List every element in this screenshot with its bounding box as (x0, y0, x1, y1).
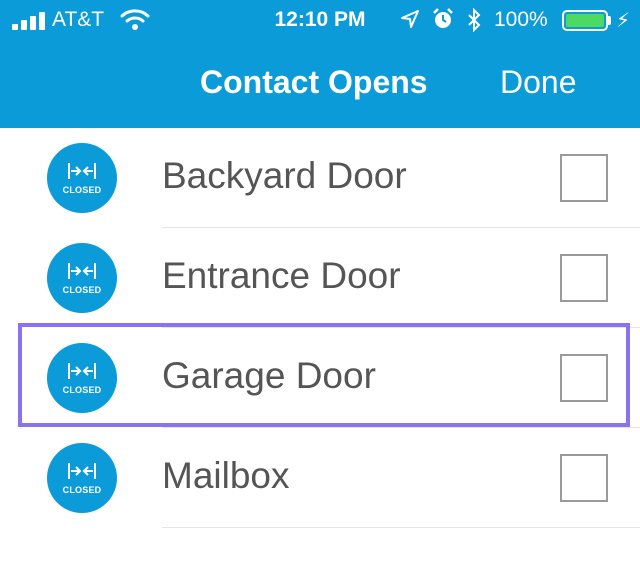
device-row-backyard-door[interactable]: CLOSED Backyard Door (0, 128, 640, 228)
sensor-status-label: CLOSED (62, 385, 102, 395)
app-header: AT&T 12:10 PM 100% ⚡ Contact Opens Done (0, 0, 640, 128)
charging-bolt-icon: ⚡ (616, 10, 631, 32)
contact-sensor-icon: CLOSED (47, 243, 117, 313)
device-name: Mailbox (162, 455, 290, 496)
battery-percentage: 100% (494, 8, 548, 31)
sensor-status-label: CLOSED (62, 185, 102, 195)
alarm-clock-icon (432, 8, 454, 36)
device-checkbox[interactable] (560, 354, 608, 402)
bluetooth-icon (466, 7, 482, 38)
device-name: Entrance Door (162, 255, 401, 296)
contact-sensor-icon: CLOSED (47, 143, 117, 213)
device-checkbox[interactable] (560, 254, 608, 302)
page-title: Contact Opens (200, 64, 428, 100)
device-row-mailbox[interactable]: CLOSED Mailbox (0, 428, 640, 528)
sensor-status-label: CLOSED (62, 285, 102, 295)
device-checkbox[interactable] (560, 454, 608, 502)
done-button[interactable]: Done (500, 64, 577, 101)
row-divider (162, 527, 640, 528)
contact-sensor-icon: CLOSED (47, 343, 117, 413)
device-row-entrance-door[interactable]: CLOSED Entrance Door (0, 228, 640, 328)
location-arrow-icon (400, 9, 420, 35)
contact-sensor-icon: CLOSED (47, 443, 117, 513)
device-name: Garage Door (162, 355, 376, 396)
device-name: Backyard Door (162, 155, 407, 196)
status-bar: AT&T 12:10 PM 100% ⚡ (0, 0, 640, 40)
device-checkbox[interactable] (560, 154, 608, 202)
device-row-garage-door[interactable]: CLOSED Garage Door (0, 328, 640, 428)
sensor-status-label: CLOSED (62, 485, 102, 495)
battery-icon (562, 10, 608, 31)
device-list: CLOSED Backyard Door CLOSED Entrance Doo… (0, 128, 640, 528)
